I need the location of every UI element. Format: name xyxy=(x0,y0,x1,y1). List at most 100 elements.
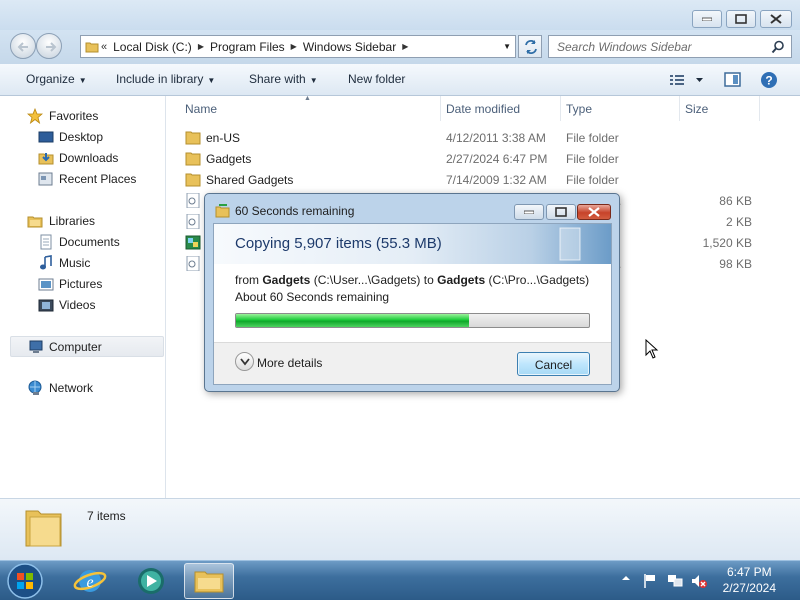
file-size: 86 KB xyxy=(719,194,752,208)
nav-label: Favorites xyxy=(49,109,99,123)
copy-icon xyxy=(215,204,230,218)
forward-arrow-icon xyxy=(46,42,57,52)
volume-muted-icon[interactable] xyxy=(690,573,708,589)
navigation-pane: Favorites Desktop Downloads Recent Place… xyxy=(0,96,166,498)
file-row[interactable]: Gadgets 2/27/2024 6:47 PM File folder xyxy=(167,148,800,169)
search-input[interactable]: Search Windows Sidebar xyxy=(548,35,792,58)
nav-music[interactable]: Music xyxy=(0,253,166,274)
nav-documents[interactable]: Documents xyxy=(0,232,166,253)
dialog-close-button[interactable] xyxy=(577,204,611,220)
column-header-size[interactable]: Size xyxy=(685,102,708,116)
breadcrumb-windows-sidebar[interactable]: Windows Sidebar xyxy=(299,40,400,54)
file-row[interactable]: Shared Gadgets 7/14/2009 1:32 AM File fo… xyxy=(167,169,800,190)
file-type: File folder xyxy=(566,173,619,187)
dialog-title: 60 Seconds remaining xyxy=(235,204,355,218)
file-size: 2 KB xyxy=(725,215,752,229)
expand-button[interactable] xyxy=(235,352,254,371)
system-clock[interactable]: 6:47 PM 2/27/2024 xyxy=(723,564,776,596)
column-header-name[interactable]: Name xyxy=(185,102,217,116)
breadcrumb-separator-icon[interactable]: ▶ xyxy=(196,42,206,51)
refresh-button[interactable] xyxy=(518,35,542,58)
change-view-button[interactable] xyxy=(670,70,710,93)
dll-file-icon xyxy=(186,256,200,271)
downloads-icon xyxy=(38,153,54,165)
minimize-icon xyxy=(702,17,712,21)
nav-computer[interactable]: Computer xyxy=(10,336,164,357)
column-divider[interactable] xyxy=(560,96,561,121)
maximize-button[interactable] xyxy=(726,10,756,28)
start-button[interactable] xyxy=(4,562,46,600)
breadcrumb-program-files[interactable]: Program Files xyxy=(206,40,289,54)
new-folder-button[interactable]: New folder xyxy=(348,72,405,86)
nav-recent-places[interactable]: Recent Places xyxy=(0,169,166,190)
taskbar-windows-explorer[interactable] xyxy=(184,563,234,599)
organize-menu[interactable]: Organize ▼ xyxy=(26,72,87,86)
dialog-minimize-button[interactable] xyxy=(514,204,544,220)
help-icon: ? xyxy=(761,72,777,88)
copy-progress-bar xyxy=(235,313,590,328)
preview-pane-icon xyxy=(724,72,741,87)
desktop-icon xyxy=(38,131,54,143)
breadcrumb-separator-icon[interactable]: ▶ xyxy=(400,42,410,51)
nav-pictures[interactable]: Pictures xyxy=(0,274,166,295)
star-icon xyxy=(27,108,43,124)
preview-pane-button[interactable] xyxy=(724,70,742,93)
search-icon[interactable] xyxy=(771,40,785,54)
to-word: to xyxy=(423,273,434,287)
destination-link[interactable]: Gadgets xyxy=(437,273,485,287)
dialog-footer: More details Cancel xyxy=(214,342,611,384)
new-folder-label: New folder xyxy=(348,72,406,86)
close-button[interactable] xyxy=(760,10,792,28)
address-history-dropdown-icon[interactable]: ▼ xyxy=(503,42,511,51)
details-view-icon xyxy=(670,75,703,85)
file-row[interactable]: en-US 4/12/2011 3:38 AM File folder xyxy=(167,127,800,148)
column-header-type[interactable]: Type xyxy=(566,102,592,116)
include-label: Include in library xyxy=(116,72,204,86)
overflow-chevron[interactable]: « xyxy=(99,41,109,53)
maximize-icon xyxy=(555,207,567,217)
network-icon xyxy=(28,380,42,395)
config-file-icon xyxy=(186,214,200,229)
action-center-flag-icon[interactable] xyxy=(642,573,658,589)
taskbar-media-player[interactable] xyxy=(124,563,174,599)
svg-text:?: ? xyxy=(765,74,772,88)
taskbar-internet-explorer[interactable]: e xyxy=(64,563,114,599)
nav-label: Pictures xyxy=(59,277,103,291)
minimize-button[interactable] xyxy=(692,10,722,28)
documents-icon xyxy=(40,234,52,250)
share-with-menu[interactable]: Share with ▼ xyxy=(249,72,318,86)
include-in-library-menu[interactable]: Include in library ▼ xyxy=(116,72,215,86)
address-bar[interactable]: « Local Disk (C:) ▶ Program Files ▶ Wind… xyxy=(80,35,516,58)
nav-libraries[interactable]: Libraries xyxy=(0,211,166,232)
file-size: 1,520 KB xyxy=(702,236,752,250)
network-tray-icon[interactable] xyxy=(666,573,684,589)
folder-icon xyxy=(185,131,201,145)
file-date: 4/12/2011 3:38 AM xyxy=(446,131,546,145)
nav-desktop[interactable]: Desktop xyxy=(0,127,166,148)
dll-file-icon xyxy=(186,193,200,208)
dialog-maximize-button[interactable] xyxy=(546,204,576,220)
svg-text:e: e xyxy=(86,574,93,591)
chevron-down-icon xyxy=(240,358,250,366)
nav-favorites[interactable]: Favorites xyxy=(0,106,166,127)
clock-date: 2/27/2024 xyxy=(722,581,776,595)
restore-icon xyxy=(735,14,747,24)
breadcrumb-local-disk[interactable]: Local Disk (C:) xyxy=(109,40,196,54)
breadcrumb-separator-icon[interactable]: ▶ xyxy=(289,42,299,51)
nav-network[interactable]: Network xyxy=(0,378,166,399)
nav-downloads[interactable]: Downloads xyxy=(0,148,166,169)
column-divider[interactable] xyxy=(679,96,680,121)
nav-videos[interactable]: Videos xyxy=(0,295,166,316)
folder-large-icon xyxy=(25,510,62,547)
column-header-date[interactable]: Date modified xyxy=(446,102,520,116)
computer-icon xyxy=(29,340,43,353)
title-bar[interactable] xyxy=(0,0,800,32)
forward-button[interactable] xyxy=(36,33,62,59)
show-hidden-icons[interactable] xyxy=(621,573,631,583)
back-button[interactable] xyxy=(10,33,36,59)
help-button[interactable]: ? xyxy=(760,70,778,93)
cancel-button[interactable]: Cancel xyxy=(517,352,590,376)
column-divider[interactable] xyxy=(759,96,760,121)
source-link[interactable]: Gadgets xyxy=(262,273,310,287)
column-divider[interactable] xyxy=(440,96,441,121)
